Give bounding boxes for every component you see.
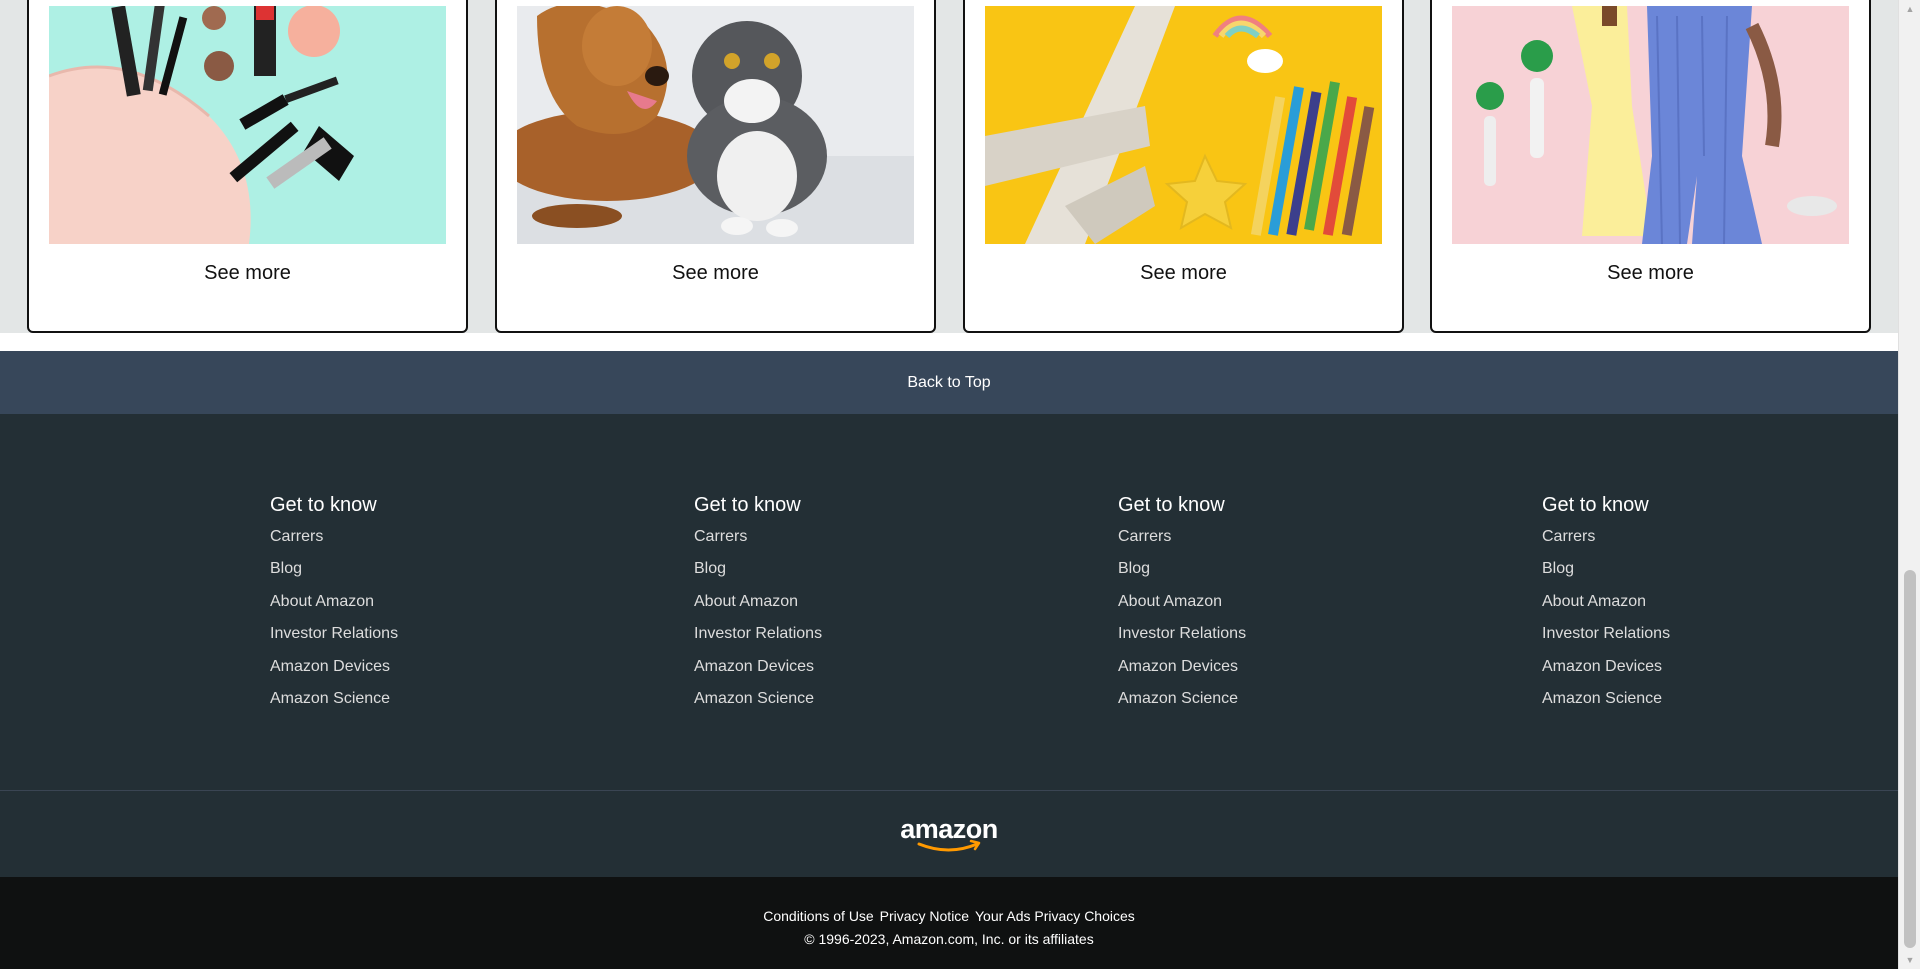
category-card-toys[interactable]: See more xyxy=(963,0,1404,333)
footer-link-blog[interactable]: Blog xyxy=(270,559,398,578)
vertical-scrollbar[interactable]: ▲ ▼ xyxy=(1898,0,1920,969)
footer-link-investor-relations[interactable]: Investor Relations xyxy=(1542,624,1670,643)
footer-link-careers[interactable]: Carrers xyxy=(1118,527,1246,546)
footer-column-heading: Get to know xyxy=(694,494,801,516)
footer-link-careers[interactable]: Carrers xyxy=(694,527,822,546)
amazon-smile-icon xyxy=(917,839,981,852)
category-card-pets[interactable]: See more xyxy=(495,0,936,333)
footer-column: Get to know Carrers Blog About Amazon In… xyxy=(1542,494,1670,721)
footer-link-amazon-science[interactable]: Amazon Science xyxy=(270,689,398,708)
back-to-top-button[interactable]: Back to Top xyxy=(0,351,1898,414)
footer-column-heading: Get to know xyxy=(1542,494,1649,516)
ads-privacy-choices-link[interactable]: Your Ads Privacy Choices xyxy=(975,908,1135,924)
footer-link-blog[interactable]: Blog xyxy=(1118,559,1246,578)
footer-link-about-amazon[interactable]: About Amazon xyxy=(1542,592,1670,611)
footer-link-blog[interactable]: Blog xyxy=(694,559,822,578)
beauty-products-image[interactable] xyxy=(49,6,446,244)
footer-link-amazon-science[interactable]: Amazon Science xyxy=(1542,689,1670,708)
footer-link-amazon-devices[interactable]: Amazon Devices xyxy=(270,657,398,676)
footer-link-about-amazon[interactable]: About Amazon xyxy=(270,592,398,611)
see-more-link[interactable]: See more xyxy=(29,262,466,285)
section-spacer xyxy=(0,333,1898,351)
footer-link-investor-relations[interactable]: Investor Relations xyxy=(694,624,822,643)
footer-column-heading: Get to know xyxy=(1118,494,1225,516)
footer-link-amazon-science[interactable]: Amazon Science xyxy=(1118,689,1246,708)
footer-logo-row: amazon xyxy=(0,791,1898,877)
footer-links-section: Get to know Carrers Blog About Amazon In… xyxy=(0,414,1898,790)
category-card-fashion[interactable]: See more xyxy=(1430,0,1871,333)
footer-column: Get to know Carrers Blog About Amazon In… xyxy=(270,494,398,721)
footer-column-heading: Get to know xyxy=(270,494,377,516)
pets-image[interactable] xyxy=(517,6,914,244)
see-more-link[interactable]: See more xyxy=(965,262,1402,285)
footer-link-amazon-devices[interactable]: Amazon Devices xyxy=(694,657,822,676)
scroll-down-arrow-icon[interactable]: ▼ xyxy=(1899,951,1920,969)
footer-link-about-amazon[interactable]: About Amazon xyxy=(1118,592,1246,611)
footer-column: Get to know Carrers Blog About Amazon In… xyxy=(694,494,822,721)
footer-link-blog[interactable]: Blog xyxy=(1542,559,1670,578)
footer-link-amazon-devices[interactable]: Amazon Devices xyxy=(1118,657,1246,676)
category-card-beauty[interactable]: See more xyxy=(27,0,468,333)
footer-legal: Conditions of Use Privacy Notice Your Ad… xyxy=(0,877,1898,969)
privacy-notice-link[interactable]: Privacy Notice xyxy=(880,908,969,924)
conditions-of-use-link[interactable]: Conditions of Use xyxy=(763,908,874,924)
category-cards-section: See more See more See more See more xyxy=(0,0,1898,333)
footer-column: Get to know Carrers Blog About Amazon In… xyxy=(1118,494,1246,721)
footer-link-investor-relations[interactable]: Investor Relations xyxy=(270,624,398,643)
footer-link-careers[interactable]: Carrers xyxy=(270,527,398,546)
scroll-up-arrow-icon[interactable]: ▲ xyxy=(1899,0,1920,18)
page-viewport: See more See more See more See more Back… xyxy=(0,0,1898,969)
copyright-text: © 1996-2023, Amazon.com, Inc. or its aff… xyxy=(804,931,1094,947)
fashion-image[interactable] xyxy=(1452,6,1849,244)
footer-link-amazon-science[interactable]: Amazon Science xyxy=(694,689,822,708)
scrollbar-thumb[interactable] xyxy=(1904,570,1916,948)
footer-link-amazon-devices[interactable]: Amazon Devices xyxy=(1542,657,1670,676)
footer-link-about-amazon[interactable]: About Amazon xyxy=(694,592,822,611)
toys-crafts-image[interactable] xyxy=(985,6,1382,244)
footer-link-careers[interactable]: Carrers xyxy=(1542,527,1670,546)
see-more-link[interactable]: See more xyxy=(1432,262,1869,285)
amazon-logo[interactable]: amazon xyxy=(899,814,999,854)
see-more-link[interactable]: See more xyxy=(497,262,934,285)
legal-links: Conditions of Use Privacy Notice Your Ad… xyxy=(0,908,1898,924)
footer-link-investor-relations[interactable]: Investor Relations xyxy=(1118,624,1246,643)
